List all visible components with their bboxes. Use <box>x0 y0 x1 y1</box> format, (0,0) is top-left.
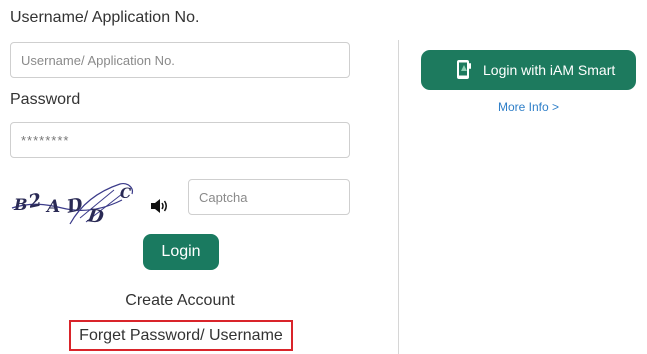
username-label: Username/ Application No. <box>10 9 200 26</box>
forget-password-link[interactable]: Forget Password/ Username <box>69 320 293 351</box>
login-button[interactable]: Login <box>143 234 219 270</box>
svg-text:D: D <box>86 205 106 228</box>
vertical-divider <box>398 40 399 354</box>
speaker-icon[interactable] <box>149 198 169 214</box>
svg-text:A: A <box>45 197 60 217</box>
iam-smart-label: Login with iAM Smart <box>483 62 616 78</box>
create-account-link[interactable]: Create Account <box>0 292 360 310</box>
iam-smart-login-button[interactable]: Login with iAM Smart <box>421 50 636 90</box>
svg-text:D: D <box>64 194 84 218</box>
captcha-input[interactable] <box>188 179 350 215</box>
captcha-image: B 2 A D D C <box>11 183 133 228</box>
password-label: Password <box>10 91 81 108</box>
svg-text:C: C <box>120 186 131 202</box>
username-input[interactable] <box>10 42 350 78</box>
more-info-link[interactable]: More Info > <box>421 100 636 114</box>
svg-text:B: B <box>13 195 28 214</box>
iam-smart-phone-icon <box>457 60 471 79</box>
password-input[interactable] <box>10 122 350 158</box>
svg-text:2: 2 <box>26 190 44 213</box>
forget-password-label: Forget Password/ Username <box>79 326 283 344</box>
